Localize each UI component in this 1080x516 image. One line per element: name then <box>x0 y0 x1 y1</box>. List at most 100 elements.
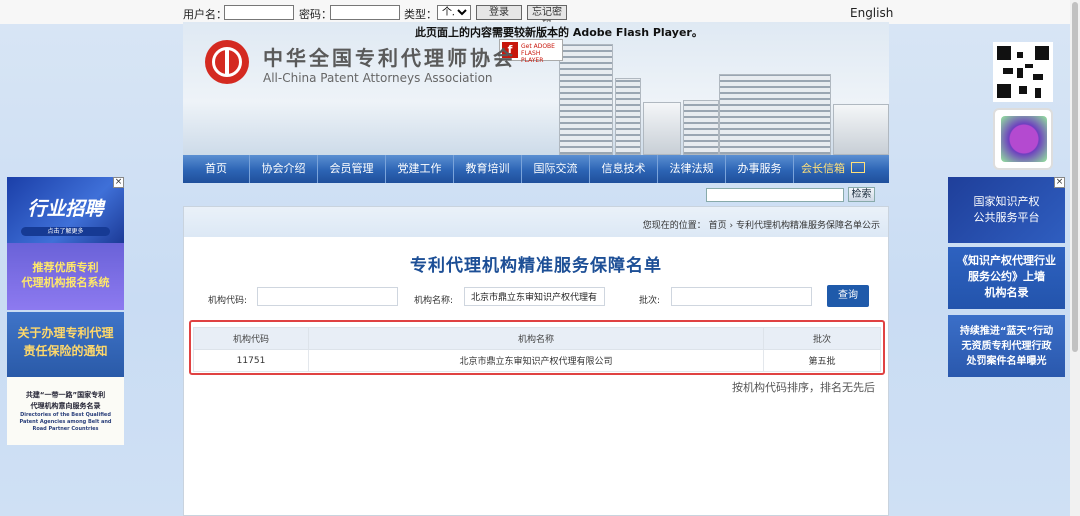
nav-item-home[interactable]: 首页 <box>183 155 250 183</box>
batch-input[interactable] <box>671 287 812 306</box>
nav-item-it[interactable]: 信息技术 <box>590 155 658 183</box>
mail-icon[interactable] <box>851 162 865 173</box>
name-input[interactable] <box>464 287 605 306</box>
query-button[interactable]: 查询 <box>827 285 869 307</box>
page-scrollbar[interactable] <box>1070 0 1080 516</box>
blue-sky-line1: 持续推进“蓝天”行动 <box>948 324 1065 339</box>
belt-road-en1: Directories of the Best Qualified <box>7 412 124 419</box>
qr-module <box>1017 68 1023 78</box>
recommend-agency-ad[interactable]: 推荐优质专利 代理机构报名系统 <box>7 243 124 310</box>
building-image <box>719 74 831 155</box>
belt-road-directory-ad[interactable]: 共建“一带一路”国家专利 代理机构意向服务名录 Directories of t… <box>7 377 124 445</box>
recruitment-ad[interactable]: 行业招聘 点击了解更多 × <box>7 177 124 243</box>
qr-module <box>1017 52 1023 58</box>
site-search-button[interactable]: 检索 <box>848 187 875 202</box>
page-title: 专利代理机构精准服务保障名单 <box>184 251 888 276</box>
building-image <box>615 78 641 155</box>
qr-module <box>1033 74 1043 80</box>
sort-note: 按机构代码排序，排名无先后 <box>732 379 875 395</box>
username-input[interactable] <box>224 5 294 20</box>
nav-item-about[interactable]: 协会介绍 <box>250 155 318 183</box>
convention-line1: 《知识产权代理行业 <box>948 253 1065 269</box>
blue-sky-line2: 无资质专利代理行政 <box>948 339 1065 354</box>
belt-road-line2: 代理机构意向服务名录 <box>7 401 124 412</box>
nav-item-international[interactable]: 国际交流 <box>522 155 590 183</box>
nav-item-education[interactable]: 教育培训 <box>454 155 522 183</box>
column-header-code: 机构代码 <box>194 328 309 350</box>
results-table: 机构代码 机构名称 批次 11751 北京市鼎立东审知识产权代理有限公司 第五批 <box>193 327 881 372</box>
convention-line2: 服务公约》上墙 <box>948 269 1065 285</box>
nav-item-members[interactable]: 会员管理 <box>318 155 386 183</box>
username-label: 用户名： <box>183 6 227 22</box>
password-label: 密码： <box>299 6 332 22</box>
main-panel: 您现在的位置： 首页 › 专利代理机构精准服务保障名单公示 专利代理机构精准服务… <box>183 206 889 516</box>
convention-line3: 机构名录 <box>948 285 1065 301</box>
nav-item-president-mailbox[interactable]: 会长信箱 <box>794 155 852 183</box>
building-image <box>833 104 889 155</box>
breadcrumb-current[interactable]: 专利代理机构精准服务保障名单公示 <box>736 221 880 231</box>
cell-batch: 第五批 <box>764 350 881 372</box>
insurance-notice-ad[interactable]: 关于办理专利代理 责任保险的通知 <box>7 312 124 377</box>
qr-module <box>1035 88 1041 98</box>
name-label: 机构名称: <box>414 293 453 306</box>
belt-road-en2: Patent Agencies among Belt and <box>7 419 124 426</box>
type-select[interactable]: 个人 <box>437 5 471 20</box>
building-image <box>683 100 719 155</box>
site-search-input[interactable] <box>706 188 844 202</box>
breadcrumb: 您现在的位置： 首页 › 专利代理机构精准服务保障名单公示 <box>643 218 880 231</box>
wechat-qr-code <box>993 108 1053 170</box>
qr-module <box>1019 86 1027 94</box>
close-icon[interactable]: × <box>1054 177 1065 188</box>
english-link[interactable]: English <box>850 6 893 20</box>
main-nav: 首页 协会介绍 会员管理 党建工作 教育培训 国际交流 信息技术 法律法规 办事… <box>183 155 889 183</box>
recommend-agency-line2: 代理机构报名系统 <box>7 275 124 290</box>
forgot-password-button[interactable]: 忘记密码 <box>527 5 567 20</box>
qr-module <box>1025 64 1033 68</box>
ip-service-platform-ad[interactable]: 国家知识产权 公共服务平台 × <box>948 177 1065 243</box>
cell-code: 11751 <box>194 350 309 372</box>
login-button[interactable]: 登录 <box>476 5 522 20</box>
qr-finder <box>1035 46 1049 60</box>
code-input[interactable] <box>257 287 398 306</box>
service-convention-ad[interactable]: 《知识产权代理行业 服务公约》上墙 机构名录 <box>948 247 1065 309</box>
password-input[interactable] <box>330 5 400 20</box>
insurance-notice-line1: 关于办理专利代理 <box>7 324 124 342</box>
qr-finder <box>997 84 1011 98</box>
table-row: 11751 北京市鼎立东审知识产权代理有限公司 第五批 <box>194 350 881 372</box>
code-label: 机构代码: <box>208 293 247 306</box>
insurance-notice-line2: 责任保险的通知 <box>7 342 124 360</box>
qr-module <box>1003 68 1013 74</box>
cell-name: 北京市鼎立东审知识产权代理有限公司 <box>309 350 764 372</box>
breadcrumb-bar: 您现在的位置： 首页 › 专利代理机构精准服务保障名单公示 <box>184 207 888 237</box>
breadcrumb-home-link[interactable]: 首页 <box>709 221 727 231</box>
close-icon[interactable]: × <box>113 177 124 188</box>
nav-item-party[interactable]: 党建工作 <box>386 155 454 183</box>
qr-logo-image <box>1001 116 1047 162</box>
batch-label: 批次: <box>639 293 660 306</box>
qr-finder <box>997 46 1011 60</box>
flash-badge-text: Get ADOBE FLASH PLAYER <box>521 43 562 64</box>
logo-bar <box>225 50 229 74</box>
blue-sky-action-ad[interactable]: 持续推进“蓝天”行动 无资质专利代理行政 处罚案件名单曝光 <box>948 315 1065 377</box>
column-header-batch: 批次 <box>764 328 881 350</box>
nav-item-law[interactable]: 法律法规 <box>658 155 726 183</box>
flash-notice: 此页面上的内容需要较新版本的 Adobe Flash Player。 <box>415 24 703 40</box>
recruitment-ad-sub: 点击了解更多 <box>21 227 110 236</box>
belt-road-line1: 共建“一带一路”国家专利 <box>7 390 124 401</box>
ip-platform-line2: 公共服务平台 <box>948 210 1065 226</box>
left-ad-column: 行业招聘 点击了解更多 × 推荐优质专利 代理机构报名系统 关于办理专利代理 责… <box>7 177 124 445</box>
breadcrumb-prefix: 您现在的位置： <box>643 221 706 231</box>
recommend-agency-line1: 推荐优质专利 <box>7 260 124 275</box>
breadcrumb-separator: › <box>730 221 734 231</box>
header-banner: 此页面上的内容需要较新版本的 Adobe Flash Player。 f Get… <box>183 22 889 155</box>
right-ad-column: 国家知识产权 公共服务平台 × 《知识产权代理行业 服务公约》上墙 机构名录 持… <box>948 177 1065 377</box>
scrollbar-thumb[interactable] <box>1072 2 1078 352</box>
type-label: 类型： <box>404 6 437 22</box>
blue-sky-line3: 处罚案件名单曝光 <box>948 354 1065 369</box>
org-name-cn: 中华全国专利代理师协会 <box>263 42 516 71</box>
building-image <box>643 102 681 155</box>
login-bar: 用户名： 密码： 类型： 个人 登录 忘记密码 English <box>0 0 1080 24</box>
association-logo <box>205 40 249 84</box>
nav-item-services[interactable]: 办事服务 <box>726 155 794 183</box>
building-image <box>559 44 613 155</box>
